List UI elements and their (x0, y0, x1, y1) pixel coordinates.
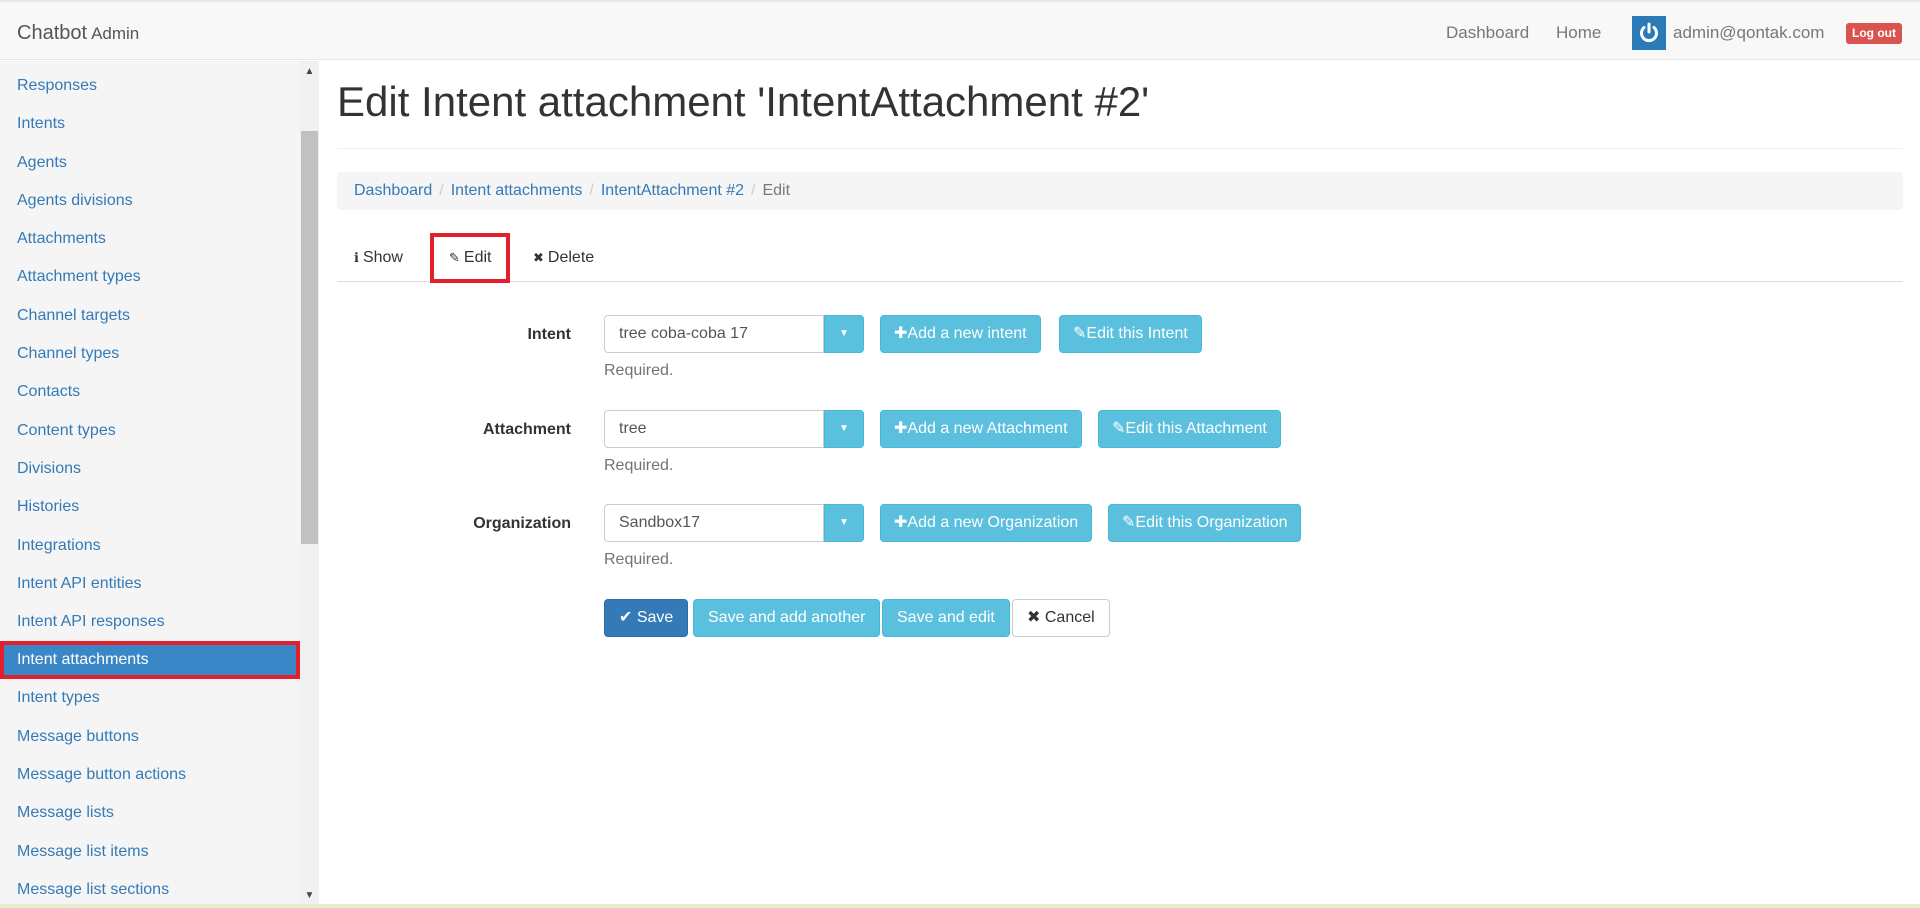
logout-button[interactable]: Log out (1846, 23, 1902, 44)
add-new-attachment-button[interactable]: ✚Add a new Attachment (880, 410, 1082, 448)
tab-show-label: Show (362, 249, 403, 266)
pencil-icon: ✎ (1073, 325, 1087, 342)
sidebar: Responses Intents Agents Agents division… (0, 61, 319, 904)
sidebar-item-attachment-types[interactable]: Attachment types (0, 252, 300, 290)
breadcrumb-separator: / (751, 182, 756, 199)
sidebar-item-intent-types[interactable]: Intent types (0, 673, 300, 711)
page-title: Edit Intent attachment 'IntentAttachment… (337, 78, 1150, 125)
scroll-up-arrow-icon[interactable]: ▲ (300, 63, 319, 80)
sidebar-item-responses[interactable]: Responses (0, 61, 300, 99)
edit-organization-label: Edit this Organization (1135, 514, 1288, 531)
breadcrumb-current: Edit (762, 182, 791, 199)
pencil-icon: ✎ (449, 250, 460, 265)
pencil-icon: ✎ (1122, 514, 1136, 531)
add-new-organization-label: Add a new Organization (907, 514, 1079, 531)
cancel-label: Cancel (1044, 609, 1095, 626)
sidebar-item-agents-divisions[interactable]: Agents divisions (0, 176, 300, 214)
power-icon (1632, 16, 1666, 50)
caret-down-icon[interactable]: ▼ (824, 504, 864, 542)
action-tabs: ℹ Show ✎ Edit ✖ Delete (337, 233, 1903, 283)
sidebar-item-intents[interactable]: Intents (0, 99, 300, 137)
pencil-icon: ✎ (1112, 420, 1126, 437)
sidebar-item-divisions[interactable]: Divisions (0, 444, 300, 482)
tab-show[interactable]: ℹ Show (354, 234, 403, 282)
breadcrumb: Dashboard / Intent attachments / IntentA… (337, 172, 1903, 210)
tab-edit[interactable]: ✎ Edit (430, 233, 511, 283)
add-new-intent-button[interactable]: ✚Add a new intent (880, 315, 1041, 353)
attachment-select[interactable]: tree (604, 410, 824, 448)
sidebar-item-integrations[interactable]: Integrations (0, 521, 300, 559)
sidebar-item-channel-targets[interactable]: Channel targets (0, 291, 300, 329)
nav-dashboard-link[interactable]: Dashboard (1446, 23, 1529, 43)
save-button[interactable]: ✔ Save (604, 599, 689, 637)
add-new-intent-label: Add a new intent (907, 325, 1027, 342)
plus-icon: ✚ (894, 325, 908, 342)
sidebar-item-histories[interactable]: Histories (0, 482, 300, 520)
brand-subtitle: Admin (91, 24, 140, 43)
scroll-down-arrow-icon[interactable]: ▼ (300, 887, 319, 904)
plus-icon: ✚ (894, 420, 908, 437)
sidebar-item-message-button-actions[interactable]: Message button actions (0, 750, 300, 788)
user-email: admin@qontak.com (1673, 23, 1825, 42)
add-new-organization-button[interactable]: ✚Add a new Organization (880, 504, 1093, 542)
plus-icon: ✚ (894, 514, 908, 531)
breadcrumb-separator: / (439, 182, 444, 199)
attachment-label: Attachment (482, 421, 571, 438)
brand-title: Chatbot (17, 22, 88, 44)
organization-label: Organization (473, 515, 571, 532)
breadcrumb-intent-attachments[interactable]: Intent attachments (451, 182, 583, 200)
organization-select[interactable]: Sandbox17 (604, 504, 824, 542)
user-menu[interactable]: admin@qontak.com (1632, 16, 1824, 50)
bottom-strip (0, 904, 1920, 908)
sidebar-item-agents[interactable]: Agents (0, 138, 300, 176)
nav-home-link[interactable]: Home (1556, 23, 1601, 43)
save-label: Save (636, 609, 674, 626)
sidebar-item-attachments[interactable]: Attachments (0, 214, 300, 252)
edit-intent-button[interactable]: ✎Edit this Intent (1059, 315, 1202, 353)
top-navbar: Chatbot Admin Dashboard Home admin@qontak… (0, 0, 1920, 60)
edit-attachment-label: Edit this Attachment (1125, 420, 1267, 437)
organization-help-text: Required. (604, 551, 674, 568)
sidebar-item-content-types[interactable]: Content types (0, 406, 300, 444)
sidebar-item-message-lists[interactable]: Message lists (0, 788, 300, 826)
check-icon: ✔ (619, 609, 637, 626)
divider (337, 148, 1903, 149)
caret-down-icon[interactable]: ▼ (824, 315, 864, 353)
sidebar-list: Responses Intents Agents Agents division… (0, 61, 300, 903)
tab-delete-label: Delete (547, 249, 595, 266)
sidebar-item-intent-api-responses[interactable]: Intent API responses (0, 597, 300, 635)
info-circle-icon: ℹ (354, 250, 359, 265)
scroll-thumb[interactable] (301, 131, 318, 544)
intent-select[interactable]: tree coba-coba 17 (604, 315, 824, 353)
sidebar-item-message-buttons[interactable]: Message buttons (0, 712, 300, 750)
caret-down-icon[interactable]: ▼ (824, 410, 864, 448)
cancel-button[interactable]: ✖ Cancel (1012, 599, 1110, 637)
sidebar-item-channel-types[interactable]: Channel types (0, 329, 300, 367)
add-new-attachment-label: Add a new Attachment (907, 420, 1068, 437)
times-icon: ✖ (533, 250, 544, 265)
save-and-edit-button[interactable]: Save and edit (882, 599, 1010, 637)
edit-intent-label: Edit this Intent (1086, 325, 1188, 342)
edit-attachment-button[interactable]: ✎Edit this Attachment (1098, 410, 1281, 448)
save-and-add-another-button[interactable]: Save and add another (693, 599, 881, 637)
sidebar-item-message-list-sections[interactable]: Message list sections (0, 865, 300, 903)
sidebar-item-intent-api-entities[interactable]: Intent API entities (0, 559, 300, 597)
sidebar-scrollbar[interactable]: ▲ ▼ (300, 61, 319, 904)
intent-help-text: Required. (604, 362, 674, 379)
tab-edit-label: Edit (463, 249, 492, 266)
breadcrumb-separator: / (589, 182, 594, 199)
attachment-help-text: Required. (604, 457, 674, 474)
tab-delete[interactable]: ✖ Delete (533, 234, 594, 282)
sidebar-item-contacts[interactable]: Contacts (0, 367, 300, 405)
intent-label: Intent (527, 326, 571, 343)
sidebar-item-message-list-items[interactable]: Message list items (0, 827, 300, 865)
breadcrumb-dashboard[interactable]: Dashboard (354, 182, 432, 200)
edit-organization-button[interactable]: ✎Edit this Organization (1108, 504, 1302, 542)
times-icon: ✖ (1027, 609, 1045, 626)
breadcrumb-intent-attachment-2[interactable]: IntentAttachment #2 (601, 182, 744, 200)
brand[interactable]: Chatbot Admin (17, 22, 139, 45)
